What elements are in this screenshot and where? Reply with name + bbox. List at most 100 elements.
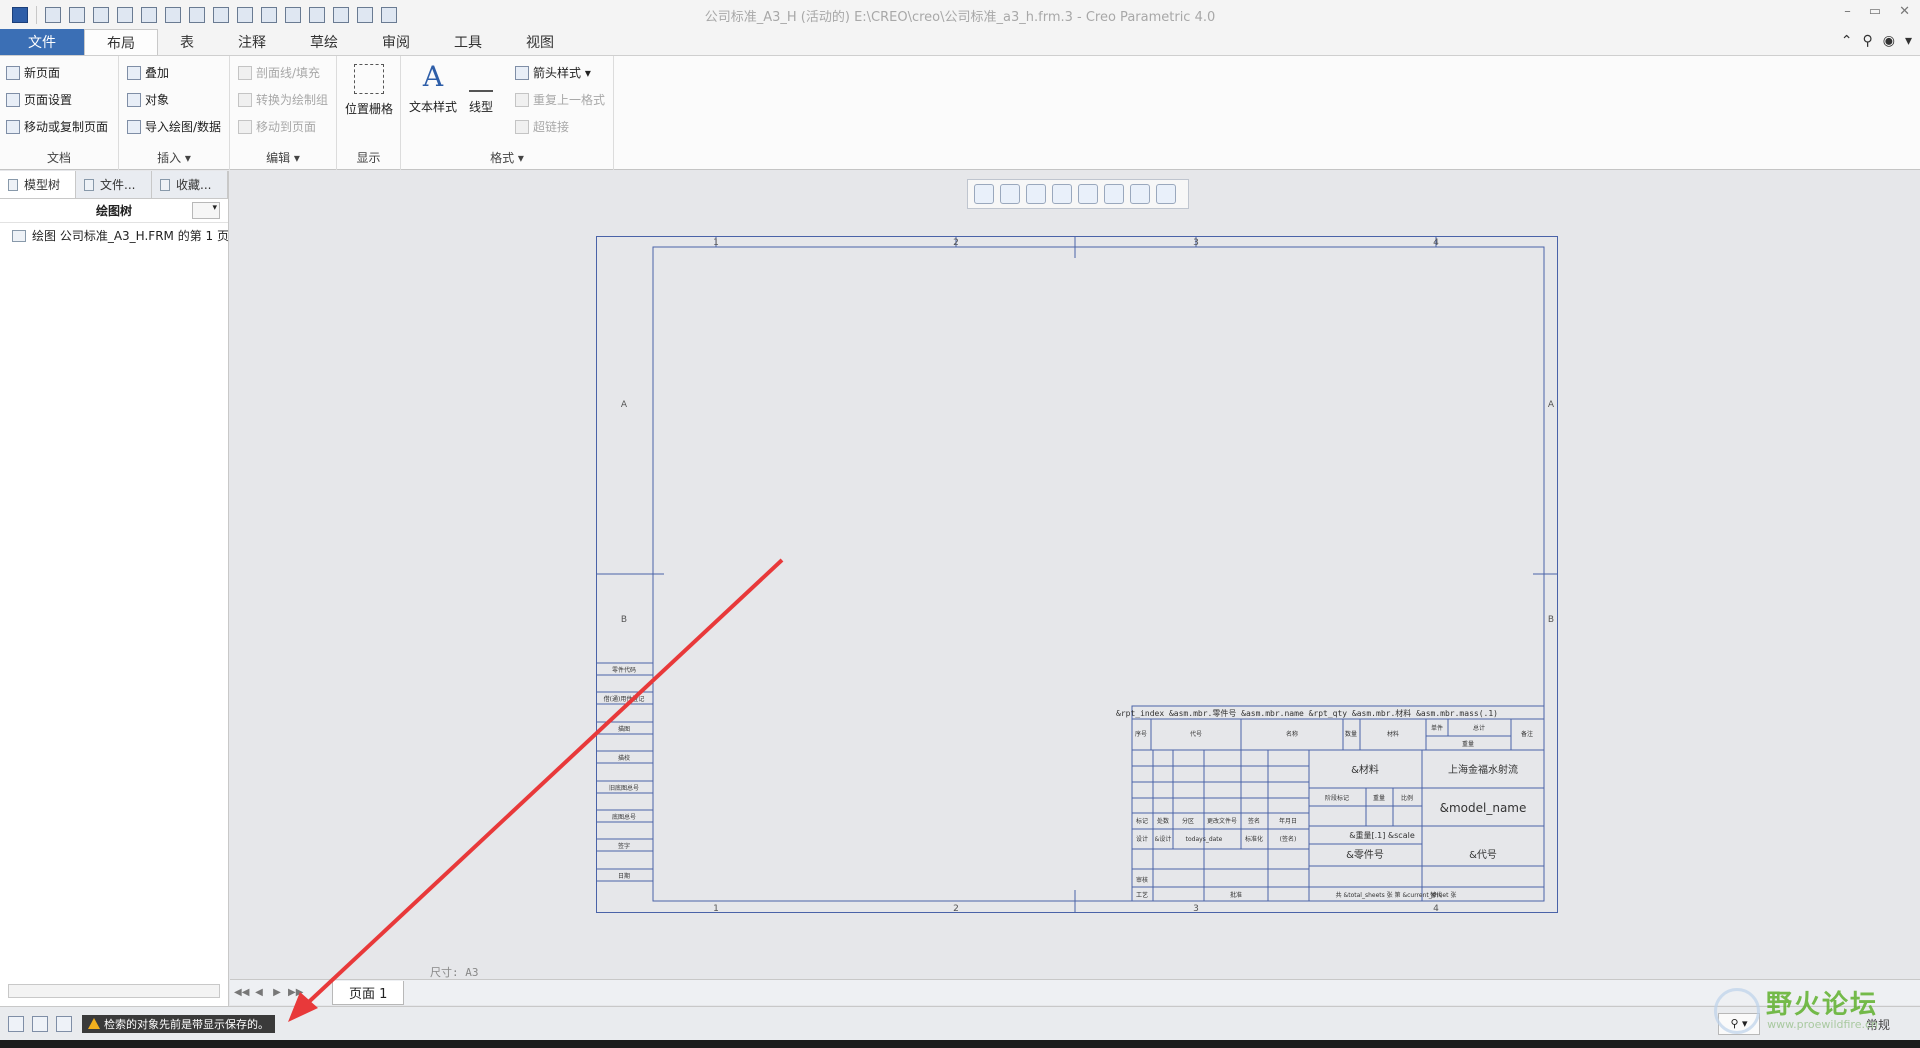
tab-file-browser[interactable]: 文件... bbox=[76, 171, 152, 198]
tab-model-tree[interactable]: 模型树 bbox=[0, 171, 76, 198]
import-drawing-button[interactable]: 导入绘图/数据 bbox=[127, 118, 221, 135]
customize-dropdown-icon[interactable] bbox=[381, 6, 397, 23]
move-page-icon bbox=[6, 119, 20, 134]
group-label-insert[interactable]: 插入 ▾ bbox=[119, 149, 229, 166]
side-cell: 零件代码 bbox=[612, 666, 636, 674]
tab-layout[interactable]: 布局 bbox=[84, 29, 158, 55]
tool-icon[interactable] bbox=[261, 6, 277, 23]
line-style-icon bbox=[469, 62, 493, 92]
zone-label: 3 bbox=[1193, 238, 1199, 248]
location-grid-button[interactable]: 位置栅格 bbox=[344, 64, 394, 117]
undo-icon[interactable] bbox=[117, 6, 133, 23]
last-page-button[interactable]: ▶▶ bbox=[288, 987, 303, 998]
tab-favorites[interactable]: 收藏... bbox=[152, 171, 228, 198]
close-button[interactable]: ✕ bbox=[1899, 4, 1910, 19]
display-style-icon[interactable] bbox=[1078, 184, 1098, 204]
group-label-format[interactable]: 格式 ▾ bbox=[401, 149, 613, 166]
app-menu-icon[interactable] bbox=[12, 6, 28, 23]
group-format: A 文本样式 线型 箭头样式 ▾ 重复上一格式 超链接 格式 ▾ bbox=[401, 56, 614, 170]
convert-icon bbox=[238, 92, 252, 107]
group-document: 新页面 页面设置 移动或复制页面 文档 bbox=[0, 56, 119, 170]
show-navigator-icon[interactable] bbox=[8, 1015, 24, 1032]
import-icon bbox=[127, 119, 141, 134]
title-cell: todays_date bbox=[1186, 836, 1223, 843]
arrow-style-button[interactable]: 箭头样式 ▾ bbox=[515, 64, 591, 81]
tab-view[interactable]: 视图 bbox=[504, 29, 576, 55]
title-cell: 标记 bbox=[1136, 817, 1148, 825]
line-style-button[interactable]: 线型 bbox=[463, 62, 499, 115]
repeat-format-button[interactable]: 重复上一格式 bbox=[515, 91, 605, 108]
open-file-icon[interactable] bbox=[69, 6, 85, 23]
maximize-button[interactable]: ▭ bbox=[1869, 4, 1881, 19]
annotation-display-icon[interactable] bbox=[1156, 184, 1176, 204]
title-cell: 重量 bbox=[1373, 794, 1385, 802]
tab-sketch[interactable]: 草绘 bbox=[288, 29, 360, 55]
search-icon[interactable]: ⚲ bbox=[1862, 33, 1872, 49]
windows-icon[interactable] bbox=[189, 6, 205, 23]
title-cell: 签名 bbox=[1248, 817, 1260, 825]
star-icon bbox=[160, 178, 170, 191]
help-icon[interactable]: ◉ bbox=[1883, 33, 1895, 49]
tree-item[interactable]: 绘图 公司标准_A3_H.FRM 的第 1 页 bbox=[0, 223, 228, 248]
regenerate-icon[interactable] bbox=[165, 6, 181, 23]
minimize-button[interactable]: – bbox=[1844, 4, 1851, 19]
move-to-page-button[interactable]: 移动到页面 bbox=[238, 118, 316, 135]
separator bbox=[36, 5, 37, 24]
bom-header: 序号 bbox=[1135, 730, 1147, 738]
page-setup-button[interactable]: 页面设置 bbox=[6, 91, 72, 108]
close-window-icon[interactable] bbox=[213, 6, 229, 23]
new-file-icon[interactable] bbox=[45, 6, 61, 23]
tab-file[interactable]: 文件 bbox=[0, 29, 84, 55]
bom-header: 总计 bbox=[1473, 724, 1485, 732]
tool-icon[interactable] bbox=[285, 6, 301, 23]
tool-icon[interactable] bbox=[237, 6, 253, 23]
repaint-icon[interactable] bbox=[1052, 184, 1072, 204]
tab-tools[interactable]: 工具 bbox=[432, 29, 504, 55]
full-screen-icon[interactable] bbox=[56, 1015, 72, 1032]
status-bar: 检索的对象先前是带显示保存的。 ⚲ ▾ 常规 bbox=[0, 1006, 1920, 1040]
selection-filter[interactable]: 常规 bbox=[1866, 1016, 1890, 1033]
save-icon[interactable] bbox=[93, 6, 109, 23]
inner-frame bbox=[652, 246, 1545, 902]
horizontal-scrollbar[interactable] bbox=[8, 984, 220, 998]
zoom-out-icon[interactable] bbox=[1026, 184, 1046, 204]
hyperlink-button[interactable]: 超链接 bbox=[515, 118, 569, 135]
zoom-in-icon[interactable] bbox=[1000, 184, 1020, 204]
graphics-area[interactable]: 1 2 3 4 1 2 3 4 A B A B 零件代码 借(通)用件登记 描图… bbox=[230, 171, 1920, 979]
convert-to-group-button[interactable]: 转换为绘制组 bbox=[238, 91, 328, 108]
hatch-fill-button[interactable]: 剖面线/填充 bbox=[238, 64, 320, 81]
tool-icon[interactable] bbox=[357, 6, 373, 23]
saved-views-icon[interactable] bbox=[1104, 184, 1124, 204]
object-button[interactable]: 对象 bbox=[127, 91, 169, 108]
move-copy-page-button[interactable]: 移动或复制页面 bbox=[6, 118, 108, 135]
tab-table[interactable]: 表 bbox=[158, 29, 216, 55]
bom-repeat-row: &rpt_index &asm.mbr.零件号 &asm.mbr.name &r… bbox=[1116, 708, 1498, 718]
view-manager-icon[interactable] bbox=[1130, 184, 1150, 204]
move-to-page-icon bbox=[238, 119, 252, 134]
left-panel: 模型树 文件... 收藏... 绘图树 ▾ 绘图 公司标准_A3_H.FRM 的… bbox=[0, 171, 229, 1006]
text-style-button[interactable]: A 文本样式 bbox=[407, 62, 459, 115]
find-icon[interactable]: ⚲ ▾ bbox=[1718, 1013, 1760, 1035]
new-page-button[interactable]: 新页面 bbox=[6, 64, 60, 81]
panel-tabs: 模型树 文件... 收藏... bbox=[0, 171, 228, 199]
repeat-icon bbox=[515, 92, 529, 107]
tab-annotate[interactable]: 注释 bbox=[216, 29, 288, 55]
page-tab[interactable]: 页面 1 bbox=[332, 980, 405, 1005]
prev-page-button[interactable]: ◀ bbox=[252, 987, 266, 998]
title-bar: 公司标准_A3_H (活动的) E:\CREO\creo\公司标准_a3_h.f… bbox=[0, 0, 1920, 29]
tab-review[interactable]: 审阅 bbox=[360, 29, 432, 55]
tool-icon[interactable] bbox=[333, 6, 349, 23]
zone-label: A bbox=[621, 400, 628, 410]
tool-icon[interactable] bbox=[309, 6, 325, 23]
browser-icon[interactable] bbox=[32, 1015, 48, 1032]
redo-icon[interactable] bbox=[141, 6, 157, 23]
next-page-button[interactable]: ▶ bbox=[270, 987, 284, 998]
refit-icon[interactable] bbox=[974, 184, 994, 204]
tree-settings-dropdown[interactable]: ▾ bbox=[192, 202, 220, 219]
first-page-button[interactable]: ◀◀ bbox=[234, 987, 249, 998]
title-block: 标记 处数 分区 更改文件号 签名 年月日 设计 &设计 todays_date… bbox=[1131, 749, 1545, 902]
group-label-edit[interactable]: 编辑 ▾ bbox=[230, 149, 336, 166]
collapse-ribbon-icon[interactable]: ⌃ bbox=[1841, 33, 1853, 49]
options-dropdown-icon[interactable]: ▾ bbox=[1905, 33, 1912, 49]
overlay-button[interactable]: 叠加 bbox=[127, 64, 169, 81]
